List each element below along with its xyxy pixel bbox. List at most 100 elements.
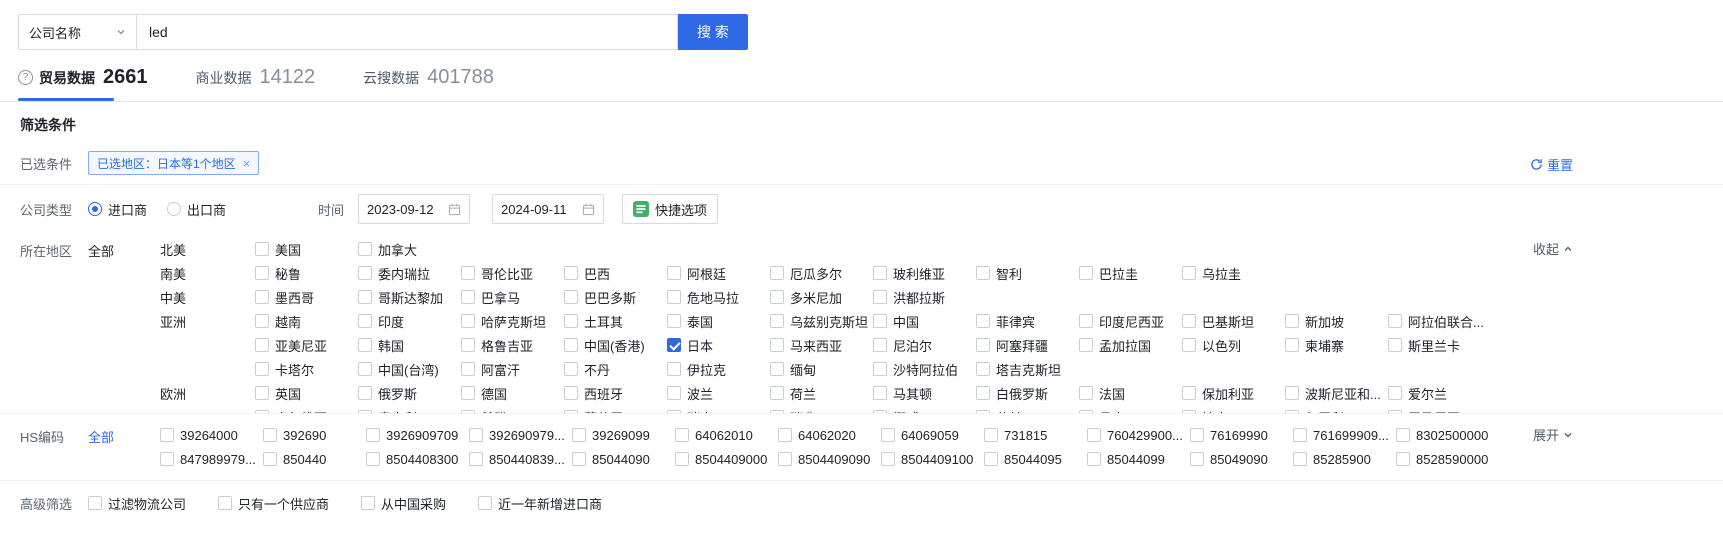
tab-trade-data[interactable]: ?贸易数据2661	[18, 66, 148, 101]
hs-code-option[interactable]: 64069059	[881, 423, 984, 447]
hs-code-option[interactable]: 850440839...	[469, 447, 572, 471]
radio-exporter[interactable]: 出口商	[167, 200, 226, 219]
region-option[interactable]: 葡萄牙	[564, 405, 667, 413]
region-option[interactable]: 波兰	[667, 381, 770, 405]
region-all-button[interactable]: 全部	[88, 237, 160, 260]
region-option[interactable]: 荷兰	[770, 381, 873, 405]
region-option[interactable]: 阿拉伯联合...	[1388, 309, 1491, 333]
region-option[interactable]: 捷克	[1182, 405, 1285, 413]
hs-all-button[interactable]: 全部	[88, 423, 160, 446]
region-option[interactable]: 缅甸	[770, 357, 873, 381]
region-option[interactable]: 格鲁吉亚	[461, 333, 564, 357]
hs-code-option[interactable]: 85044090	[572, 447, 675, 471]
region-option[interactable]: 阿塞拜疆	[976, 333, 1079, 357]
region-option[interactable]: 巴拿马	[461, 285, 564, 309]
hs-code-option[interactable]: 761699909...	[1293, 423, 1396, 447]
region-option[interactable]: 法国	[1079, 381, 1182, 405]
region-option[interactable]: 英国	[255, 381, 358, 405]
advanced-option[interactable]: 只有一个供应商	[218, 491, 335, 515]
region-option[interactable]: 卡塔尔	[255, 357, 358, 381]
hs-code-option[interactable]: 39269099	[572, 423, 675, 447]
hs-code-option[interactable]: 85044095	[984, 447, 1087, 471]
region-option[interactable]: 中国	[873, 309, 976, 333]
hs-code-option[interactable]: 85285900	[1293, 447, 1396, 471]
region-option[interactable]: 哥斯达黎加	[358, 285, 461, 309]
hs-code-option[interactable]: 8302500000	[1396, 423, 1499, 447]
advanced-option[interactable]: 从中国采购	[361, 491, 452, 515]
region-option[interactable]: 巴西	[564, 261, 667, 285]
hs-code-option[interactable]: 64062020	[778, 423, 881, 447]
region-option[interactable]: 巴巴多斯	[564, 285, 667, 309]
region-option[interactable]: 泰国	[667, 309, 770, 333]
region-option[interactable]: 日本	[667, 333, 770, 357]
region-option[interactable]: 乌拉圭	[1182, 261, 1285, 285]
region-option[interactable]: 以色列	[1182, 333, 1285, 357]
reset-button[interactable]: 重置	[1530, 155, 1573, 174]
region-option[interactable]: 菲律宾	[976, 309, 1079, 333]
region-option[interactable]: 不丹	[564, 357, 667, 381]
hs-code-option[interactable]: 85049090	[1190, 447, 1293, 471]
region-option[interactable]: 韩国	[358, 333, 461, 357]
region-option[interactable]: 马来西亚	[770, 333, 873, 357]
search-field-select[interactable]: 公司名称	[18, 14, 136, 50]
hs-code-option[interactable]: 847989979...	[160, 447, 263, 471]
hs-code-option[interactable]: 8528590000	[1396, 447, 1499, 471]
region-option[interactable]: 美国	[255, 237, 358, 261]
hs-code-option[interactable]: 392690979...	[469, 423, 572, 447]
region-option[interactable]: 巴拉圭	[1079, 261, 1182, 285]
region-option[interactable]: 智利	[976, 261, 1079, 285]
hs-code-option[interactable]: 8504409000	[675, 447, 778, 471]
region-option[interactable]: 塞尔维亚	[255, 405, 358, 413]
region-option[interactable]: 爱尔兰	[1388, 381, 1491, 405]
region-option[interactable]: 希腊	[461, 405, 564, 413]
search-button[interactable]: 搜 索	[678, 14, 748, 50]
region-option[interactable]: 柬埔寨	[1285, 333, 1388, 357]
hs-code-option[interactable]: 39264000	[160, 423, 263, 447]
region-option[interactable]: 瑞士	[667, 405, 770, 413]
region-option[interactable]: 斯里兰卡	[1388, 333, 1491, 357]
region-option[interactable]: 多米尼加	[770, 285, 873, 309]
advanced-option[interactable]: 近一年新增进口商	[478, 491, 608, 515]
date-to-input[interactable]: 2024-09-11	[492, 194, 604, 224]
hs-code-option[interactable]: 8504409090	[778, 447, 881, 471]
region-option[interactable]: 阿根廷	[667, 261, 770, 285]
region-option[interactable]: 亚美尼亚	[255, 333, 358, 357]
region-option[interactable]: 尼泊尔	[873, 333, 976, 357]
region-option[interactable]: 玻利维亚	[873, 261, 976, 285]
hs-code-option[interactable]: 64062010	[675, 423, 778, 447]
region-option[interactable]: 印度	[358, 309, 461, 333]
region-option[interactable]: 中国(香港)	[564, 333, 667, 357]
region-option[interactable]: 沙特阿拉伯	[873, 357, 976, 381]
tab-business-data[interactable]: 商业数据14122	[196, 66, 316, 101]
region-option[interactable]: 哈萨克斯坦	[461, 309, 564, 333]
quick-options-button[interactable]: 快捷选项	[622, 194, 718, 224]
hs-code-option[interactable]: 76169990	[1190, 423, 1293, 447]
date-from-input[interactable]: 2023-09-12	[358, 194, 470, 224]
collapse-button[interactable]: 收起	[1533, 239, 1573, 258]
region-option[interactable]: 白俄罗斯	[976, 381, 1079, 405]
region-option[interactable]: 意大利	[358, 405, 461, 413]
region-option[interactable]: 哥伦比亚	[461, 261, 564, 285]
region-option[interactable]: 危地马拉	[667, 285, 770, 309]
region-option[interactable]: 加拿大	[358, 237, 461, 261]
region-option[interactable]: 伊拉克	[667, 357, 770, 381]
advanced-option[interactable]: 过滤物流公司	[88, 491, 192, 515]
tab-cloud-search-data[interactable]: 云搜数据401788	[363, 66, 494, 101]
hs-code-option[interactable]: 85044099	[1087, 447, 1190, 471]
region-option[interactable]: 俄罗斯	[358, 381, 461, 405]
region-option[interactable]: 委内瑞拉	[358, 261, 461, 285]
hs-code-option[interactable]: 392690	[263, 423, 366, 447]
region-option[interactable]: 芬兰	[976, 405, 1079, 413]
expand-button[interactable]: 展开	[1533, 425, 1573, 444]
hs-code-option[interactable]: 850440	[263, 447, 366, 471]
region-option[interactable]: 洪都拉斯	[873, 285, 976, 309]
region-option[interactable]: 土耳其	[564, 309, 667, 333]
hs-code-option[interactable]: 760429900...	[1087, 423, 1190, 447]
close-icon[interactable]: ×	[243, 157, 251, 170]
region-option[interactable]: 越南	[255, 309, 358, 333]
region-option[interactable]: 中国(台湾)	[358, 357, 461, 381]
region-option[interactable]: 巴基斯坦	[1182, 309, 1285, 333]
region-option[interactable]: 塔吉克斯坦	[976, 357, 1079, 381]
region-option[interactable]: 匈牙利	[1285, 405, 1388, 413]
region-option[interactable]: 墨西哥	[255, 285, 358, 309]
